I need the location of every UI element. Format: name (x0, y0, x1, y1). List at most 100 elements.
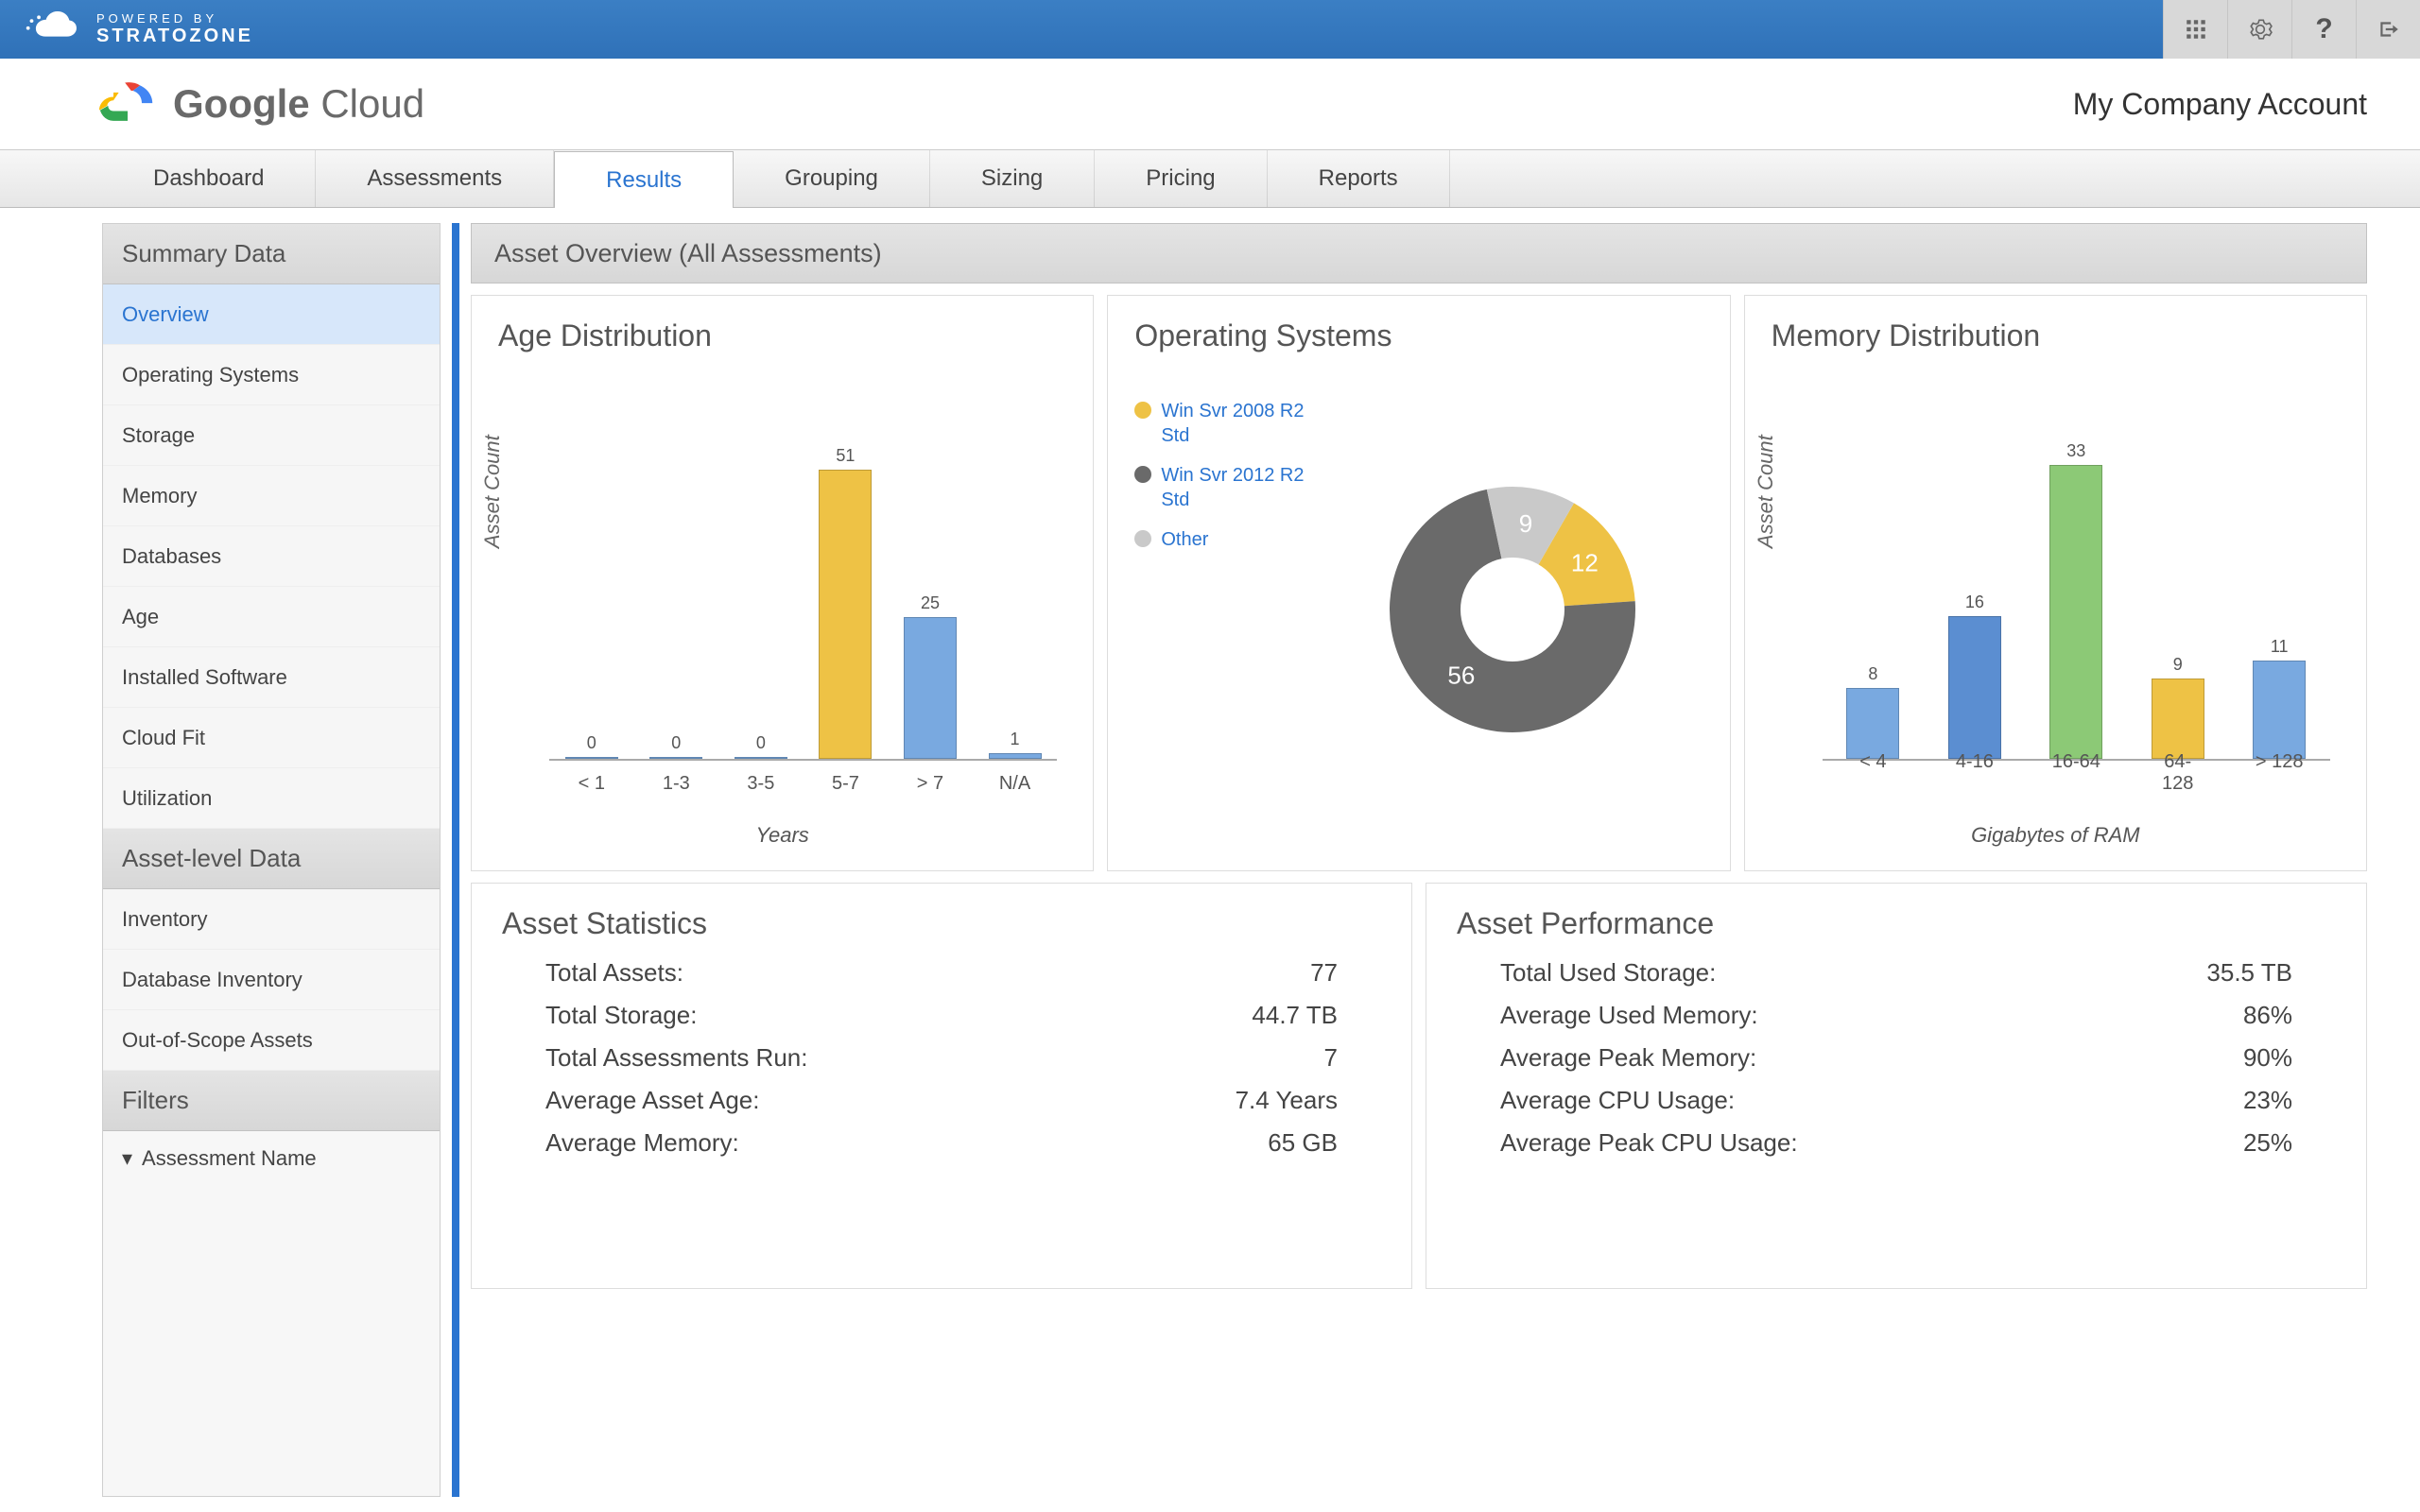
y-axis-label: Asset Count (480, 435, 505, 548)
sidebar-item-out-of-scope-assets[interactable]: Out-of-Scope Assets (103, 1010, 440, 1071)
nav-tab-reports[interactable]: Reports (1268, 150, 1450, 207)
sidebar-heading: Filters (103, 1071, 440, 1131)
logout-button[interactable] (2356, 0, 2420, 59)
nav-tab-dashboard[interactable]: Dashboard (102, 150, 316, 207)
legend-dot-icon (1134, 402, 1151, 419)
google-cloud-brand: Google Cloud (99, 81, 424, 127)
powered-by-text: POWERED BY STRATOZONE (96, 11, 253, 47)
stratozone-cloud-icon (19, 11, 85, 47)
main-nav: DashboardAssessmentsResultsGroupingSizin… (0, 149, 2420, 208)
legend-item[interactable]: Win Svr 2012 R2 Std (1134, 463, 1322, 512)
sidebar-item-overview[interactable]: Overview (103, 284, 440, 345)
svg-text:12: 12 (1571, 548, 1599, 576)
os-legend: Win Svr 2008 R2 Std Win Svr 2012 R2 Std Ot… (1134, 399, 1322, 848)
stat-row: Total Assessments Run:7 (545, 1043, 1338, 1073)
legend-item[interactable]: Win Svr 2008 R2 Std (1134, 399, 1322, 448)
stat-value: 7 (1324, 1043, 1338, 1073)
stat-value: 86% (2243, 1001, 2292, 1030)
age-distribution-card: Age Distribution Asset Count 00051251< 1… (471, 295, 1094, 871)
stat-label: Total Storage: (545, 1001, 697, 1030)
stat-label: Average Used Memory: (1500, 1001, 1758, 1030)
stat-label: Average Memory: (545, 1128, 739, 1158)
stat-value: 23% (2243, 1086, 2292, 1115)
stat-row: Average Asset Age:7.4 Years (545, 1086, 1338, 1115)
memory-chart: Asset Count 81633911< 44-1616-6464-128> … (1772, 370, 2340, 814)
stat-value: 44.7 TB (1252, 1001, 1338, 1030)
sidebar-item-age[interactable]: Age (103, 587, 440, 647)
sidebar: Summary DataOverviewOperating SystemsSto… (102, 223, 441, 1497)
stat-label: Average CPU Usage: (1500, 1086, 1735, 1115)
asset-performance-card: Asset Performance Total Used Storage: 35.… (1426, 883, 2367, 1289)
sidebar-item-database-inventory[interactable]: Database Inventory (103, 950, 440, 1010)
stat-label: Total Used Storage: (1500, 958, 1716, 988)
logout-icon (2377, 17, 2401, 42)
sidebar-item-databases[interactable]: Databases (103, 526, 440, 587)
x-axis-label: Years (498, 823, 1066, 848)
card-title: Asset Statistics (502, 906, 1381, 941)
legend-label: Other (1161, 527, 1208, 552)
apps-button[interactable] (2163, 0, 2227, 59)
nav-tab-sizing[interactable]: Sizing (930, 150, 1095, 207)
sidebar-item-cloud-fit[interactable]: Cloud Fit (103, 708, 440, 768)
gear-icon (2248, 17, 2273, 42)
stats-list: Total Assets:77Total Storage:44.7 TBTota… (502, 958, 1381, 1158)
google-cloud-icon (99, 81, 156, 127)
operating-systems-card: Operating Systems Win Svr 2008 R2 StdWin… (1107, 295, 1730, 871)
sidebar-heading: Asset-level Data (103, 829, 440, 889)
legend-dot-icon (1134, 530, 1151, 547)
sidebar-item-installed-software[interactable]: Installed Software (103, 647, 440, 708)
sidebar-item-operating-systems[interactable]: Operating Systems (103, 345, 440, 405)
svg-text:56: 56 (1447, 661, 1475, 689)
filter-dropdown[interactable]: ▾Assessment Name (103, 1131, 440, 1186)
stat-row: Average Peak Memory:90% (1500, 1043, 2292, 1073)
sidebar-item-storage[interactable]: Storage (103, 405, 440, 466)
nav-tab-grouping[interactable]: Grouping (734, 150, 930, 207)
legend-label: Win Svr 2008 R2 Std (1161, 399, 1322, 448)
sidebar-item-inventory[interactable]: Inventory (103, 889, 440, 950)
legend-dot-icon (1134, 466, 1151, 483)
stat-row: Average CPU Usage: 23% (1500, 1086, 2292, 1115)
stat-row: Total Storage: 44.7 TB (545, 1001, 1338, 1030)
sidebar-item-utilization[interactable]: Utilization (103, 768, 440, 829)
content: Asset Overview (All Assessments) Age Dis… (452, 223, 2367, 1497)
card-title: Operating Systems (1134, 318, 1703, 353)
settings-button[interactable] (2227, 0, 2291, 59)
stat-row: Total Assets:77 (545, 958, 1338, 988)
sidebar-heading: Summary Data (103, 224, 440, 284)
legend-item[interactable]: Other (1134, 527, 1322, 552)
memory-distribution-card: Memory Distribution Asset Count 81633911… (1744, 295, 2367, 871)
chevron-down-icon: ▾ (122, 1146, 132, 1171)
stat-value: 35.5 TB (2206, 958, 2292, 988)
charts-row: Age Distribution Asset Count 00051251< 1… (471, 295, 2367, 871)
stat-value: 25% (2243, 1128, 2292, 1158)
top-bar: POWERED BY STRATOZONE ? (0, 0, 2420, 59)
y-axis-label: Asset Count (1754, 435, 1778, 548)
svg-text:9: 9 (1519, 508, 1532, 537)
top-left-brand: POWERED BY STRATOZONE (0, 0, 253, 59)
card-title: Memory Distribution (1772, 318, 2340, 353)
nav-tab-results[interactable]: Results (554, 151, 734, 208)
nav-tab-pricing[interactable]: Pricing (1095, 150, 1267, 207)
os-chart: Win Svr 2008 R2 Std Win Svr 2012 R2 Std Ot… (1134, 370, 1703, 848)
stat-row: Average Memory: 65 GB (545, 1128, 1338, 1158)
stat-value: 65 GB (1268, 1128, 1338, 1158)
nav-tab-assessments[interactable]: Assessments (316, 150, 554, 207)
os-donut: 12 56 9 (1322, 370, 1703, 848)
card-title: Age Distribution (498, 318, 1066, 353)
stat-row: Total Used Storage: 35.5 TB (1500, 958, 2292, 988)
age-chart: Asset Count 00051251< 11-33-55-7> 7N/A (498, 370, 1066, 814)
stat-label: Total Assets: (545, 958, 683, 988)
help-button[interactable]: ? (2291, 0, 2356, 59)
asset-statistics-card: Asset Statistics Total Assets:77 Total St… (471, 883, 1412, 1289)
sidebar-item-memory[interactable]: Memory (103, 466, 440, 526)
grid-icon (2184, 17, 2208, 42)
card-title: Asset Performance (1457, 906, 2336, 941)
question-icon: ? (2315, 13, 2332, 45)
top-right-controls: ? (2163, 0, 2420, 59)
stat-value: 7.4 Years (1236, 1086, 1338, 1115)
legend-label: Win Svr 2012 R2 Std (1161, 463, 1322, 512)
stat-row: Average Peak CPU Usage:25% (1500, 1128, 2292, 1158)
google-cloud-text: Google Cloud (173, 81, 424, 127)
stat-value: 90% (2243, 1043, 2292, 1073)
perf-list: Total Used Storage: 35.5 TB Average Used M… (1457, 958, 2336, 1158)
